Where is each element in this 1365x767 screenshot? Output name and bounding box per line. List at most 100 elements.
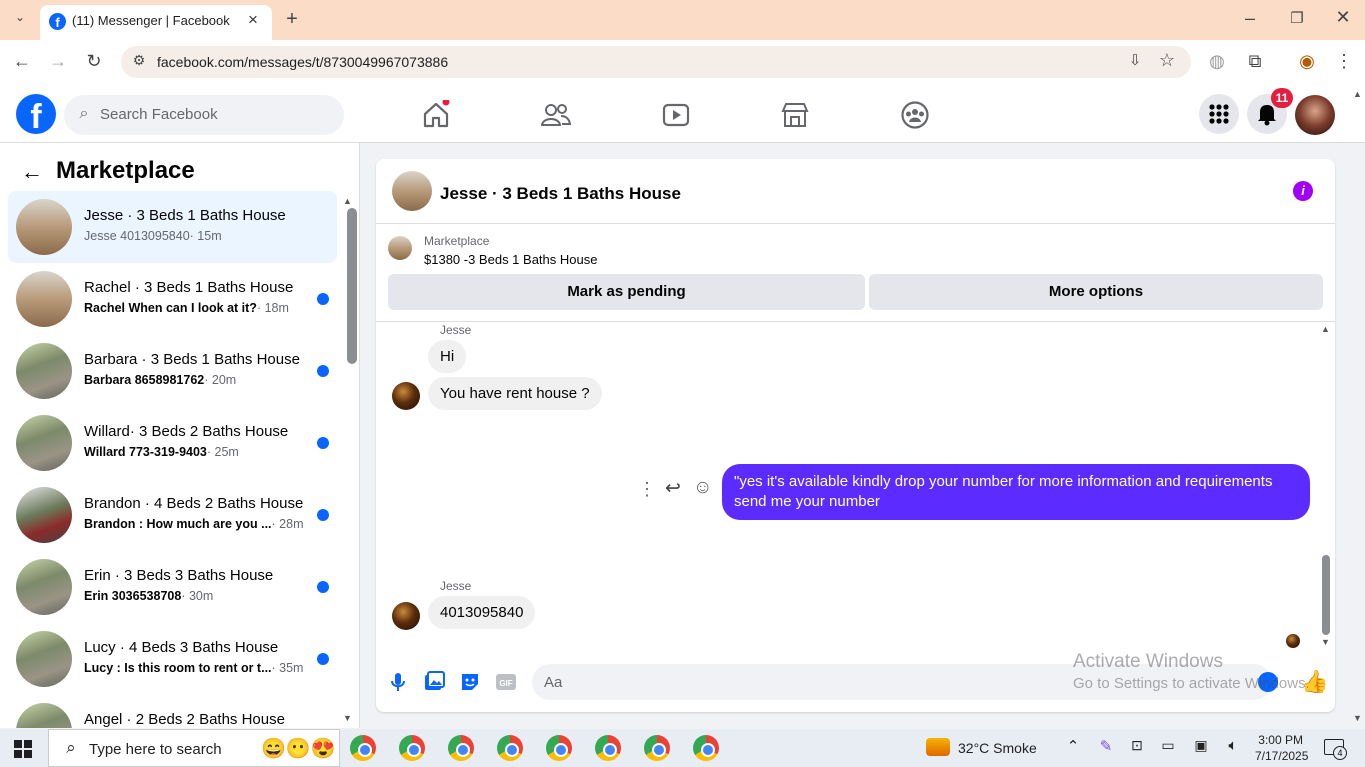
message-bubble[interactable]: You have rent house ? (428, 377, 602, 410)
thread-scrollbar-thumb[interactable] (1322, 555, 1330, 635)
bookmark-star-icon[interactable]: ☆ (1155, 50, 1179, 71)
back-icon[interactable]: ← (10, 51, 34, 72)
pen-icon[interactable]: ✎ (1094, 737, 1118, 755)
microphone-icon[interactable] (387, 671, 409, 693)
install-app-icon[interactable]: ⇩ (1123, 51, 1147, 69)
account-avatar[interactable] (1295, 95, 1335, 135)
listing-thumbnail (16, 487, 72, 543)
search-icon: ⌕ (79, 105, 89, 122)
tab-search-icon[interactable]: ⌄ (8, 10, 32, 24)
sticker-icon[interactable] (459, 671, 481, 693)
extensions-icon[interactable]: ⧉ (1243, 51, 1267, 72)
photo-icon[interactable] (423, 671, 445, 693)
conversation-preview: Brandon : How much are you ...· 28m (84, 517, 304, 531)
chrome-app-icon[interactable] (399, 735, 425, 761)
conversation-item[interactable]: Angel · 2 Beds 2 Baths House (8, 695, 337, 728)
chrome-app-icon[interactable] (497, 735, 523, 761)
message-more-icon[interactable]: ⋮ (638, 479, 656, 500)
scroll-up-icon[interactable]: ▲ (343, 196, 352, 206)
scroll-down-icon[interactable]: ▼ (343, 713, 352, 723)
chrome-app-icon[interactable] (546, 735, 572, 761)
camera-icon[interactable]: ⊡ (1125, 737, 1149, 754)
conversation-name: Brandon · 4 Beds 2 Baths House (84, 495, 304, 512)
activate-windows-watermark: Activate Windows Go to Settings to activ… (1073, 651, 1308, 692)
page-scroll-up-icon[interactable]: ▲ (1353, 89, 1362, 99)
info-icon[interactable]: i (1293, 181, 1313, 201)
facebook-logo-icon[interactable]: f (16, 94, 56, 134)
translate-icon[interactable]: ◍ (1205, 51, 1229, 72)
panel-title: Marketplace (56, 157, 195, 184)
thread-scroll-down-icon[interactable]: ▼ (1321, 637, 1330, 647)
conversation-item[interactable]: Willard· 3 Beds 2 Baths House Willard 77… (8, 407, 337, 479)
restore-icon[interactable]: ❐ (1285, 9, 1309, 27)
marketplace-item-title[interactable]: $1380 -3 Beds 1 Baths House (424, 252, 597, 267)
sender-avatar[interactable] (392, 382, 420, 410)
chrome-app-icon[interactable] (693, 735, 719, 761)
address-bar[interactable]: ⚙ facebook.com/messages/t/87300499670738… (121, 46, 1191, 78)
mark-as-pending-button[interactable]: Mark as pending (388, 274, 865, 310)
forward-icon[interactable]: → (46, 51, 70, 72)
thread-scroll-up-icon[interactable]: ▲ (1321, 324, 1330, 334)
more-options-button[interactable]: More options (869, 274, 1323, 310)
tab-close-icon[interactable]: × (248, 10, 258, 30)
conversation-item[interactable]: Lucy · 4 Beds 3 Baths House Lucy : Is th… (8, 623, 337, 695)
network-icon[interactable]: ▣ (1189, 737, 1213, 754)
profile-icon[interactable]: ◉ (1295, 51, 1319, 72)
menu-grid-button[interactable] (1199, 94, 1239, 134)
chrome-app-icon[interactable] (644, 735, 670, 761)
search-highlight-emoji-icon[interactable]: 😄😶😍 (261, 736, 336, 761)
react-emoji-icon[interactable]: ☺ (693, 477, 712, 499)
conversation-item[interactable]: Barbara · 3 Beds 1 Baths House Barbara 8… (8, 335, 337, 407)
browser-menu-icon[interactable]: ⋮ (1332, 51, 1356, 72)
outgoing-message-bubble[interactable]: "yes it's available kindly drop your num… (722, 464, 1310, 520)
unread-dot (317, 365, 329, 377)
close-window-icon[interactable]: ✕ (1331, 7, 1355, 28)
browser-tab[interactable]: f (11) Messenger | Facebook × (40, 5, 272, 40)
weather-text[interactable]: 32°C Smoke (958, 740, 1037, 756)
nav-marketplace-icon[interactable] (780, 100, 810, 130)
nav-friends-icon[interactable] (540, 100, 572, 130)
conversation-preview: Jesse 4013095840· 15m (84, 229, 222, 243)
conversation-item[interactable]: Jesse · 3 Beds 1 Baths House Jesse 40130… (8, 191, 337, 263)
conversation-item[interactable]: Erin · 3 Beds 3 Baths House Erin 3036538… (8, 551, 337, 623)
taskbar-search-box[interactable]: ⌕ Type here to search 😄😶😍 (48, 729, 340, 767)
back-arrow-icon[interactable]: ← (20, 159, 44, 185)
tray-chevron-icon[interactable]: ⌃ (1061, 737, 1085, 755)
nav-video-icon[interactable] (661, 100, 691, 130)
conversation-preview: Lucy : Is this room to rent or t...· 35m (84, 661, 304, 675)
action-center-icon[interactable]: 4 (1324, 739, 1347, 760)
new-tab-icon[interactable]: + (280, 8, 304, 31)
windows-start-icon[interactable] (14, 740, 32, 763)
svg-text:GIF: GIF (499, 679, 512, 688)
weather-icon[interactable] (926, 738, 950, 756)
left-scrollbar-thumb[interactable] (347, 208, 357, 364)
conversation-item[interactable]: Rachel · 3 Beds 1 Baths House Rachel Whe… (8, 263, 337, 335)
watermark-line1: Activate Windows (1073, 651, 1223, 672)
chrome-app-icon[interactable] (350, 735, 376, 761)
chat-panel: Jesse · 3 Beds 1 Baths House i Marketpla… (376, 159, 1335, 712)
listing-thumbnail (16, 199, 72, 255)
gif-icon[interactable]: GIF (495, 671, 517, 693)
site-settings-icon[interactable]: ⚙ (127, 52, 151, 69)
message-bubble[interactable]: Hi (428, 340, 467, 373)
chat-listing-thumbnail[interactable] (392, 171, 432, 211)
sender-avatar[interactable] (392, 602, 420, 630)
page-scroll-down-icon[interactable]: ▼ (1353, 713, 1362, 723)
minimize-icon[interactable]: – (1238, 8, 1262, 29)
chrome-app-icon[interactable] (448, 735, 474, 761)
chat-title[interactable]: Jesse · 3 Beds 1 Baths House (440, 184, 681, 204)
nav-groups-icon[interactable] (900, 100, 930, 130)
nav-home-icon[interactable] (421, 98, 451, 130)
notifications-button[interactable]: 11 (1247, 88, 1293, 134)
volume-icon[interactable]: 🔈︎ (1221, 737, 1245, 754)
reply-icon[interactable]: ↩ (665, 477, 681, 500)
reload-icon[interactable]: ↻ (82, 51, 106, 72)
chrome-app-icon[interactable] (595, 735, 621, 761)
facebook-search-input[interactable]: ⌕ Search Facebook (64, 95, 344, 135)
unread-dot (317, 293, 329, 305)
conversation-item[interactable]: Brandon · 4 Beds 2 Baths House Brandon :… (8, 479, 337, 551)
battery-icon[interactable]: ▭ (1156, 737, 1180, 754)
taskbar-clock[interactable]: 3:00 PM 7/17/2025 (1255, 732, 1308, 764)
listing-thumbnail (16, 703, 72, 728)
message-bubble[interactable]: 4013095840 (428, 596, 536, 629)
